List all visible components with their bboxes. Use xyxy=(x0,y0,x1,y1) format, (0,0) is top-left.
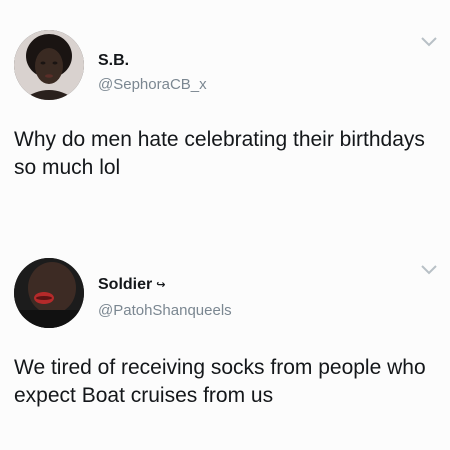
avatar[interactable] xyxy=(14,258,84,328)
tweet-text: We tired of receiving socks from people … xyxy=(14,356,426,407)
display-name[interactable]: S.B. xyxy=(98,52,129,70)
user-avatar-icon xyxy=(14,258,84,328)
display-name-text: Soldier xyxy=(98,276,153,293)
display-name[interactable]: Soldier ↪ xyxy=(98,276,165,294)
tweet-screenshot: S.B. @SephoraCB_x Why do men hate celebr… xyxy=(0,0,450,450)
tweet-text: Why do men hate celebrating their birthd… xyxy=(14,128,425,179)
user-handle[interactable]: @PatohShanqueels xyxy=(98,302,232,319)
chevron-down-icon[interactable] xyxy=(420,264,438,276)
arrow-icon: ↪ xyxy=(156,279,166,292)
chevron-down-icon[interactable] xyxy=(420,36,438,48)
user-handle[interactable]: @SephoraCB_x xyxy=(98,76,207,93)
avatar[interactable] xyxy=(14,30,84,100)
user-avatar-icon xyxy=(14,30,84,100)
